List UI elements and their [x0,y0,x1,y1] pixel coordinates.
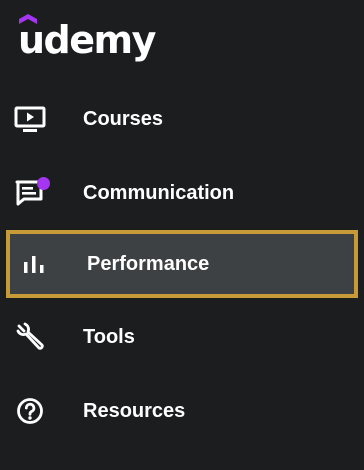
nav-item-tools[interactable]: Tools [0,300,364,374]
chat-icon [14,177,50,209]
nav-item-courses[interactable]: Courses [0,82,364,156]
tv-play-icon [14,103,46,135]
nav-item-communication[interactable]: Communication [0,156,364,230]
nav-label-tools: Tools [83,325,135,348]
bar-chart-icon [18,248,50,280]
nav-label-performance: Performance [87,252,210,275]
logo-wordmark: udemy [18,18,156,62]
nav-item-resources[interactable]: Resources [0,374,364,448]
nav-label-communication: Communication [83,181,235,204]
help-circle-icon [14,395,46,427]
nav-item-performance[interactable]: Performance [6,230,358,298]
wrench-icon [14,321,46,353]
nav-label-resources: Resources [83,399,186,422]
notification-dot [37,177,50,190]
sidebar-nav: Courses Communication Performance Tools … [0,82,364,448]
udemy-logo[interactable]: udemy [18,14,156,64]
nav-label-courses: Courses [83,107,164,130]
